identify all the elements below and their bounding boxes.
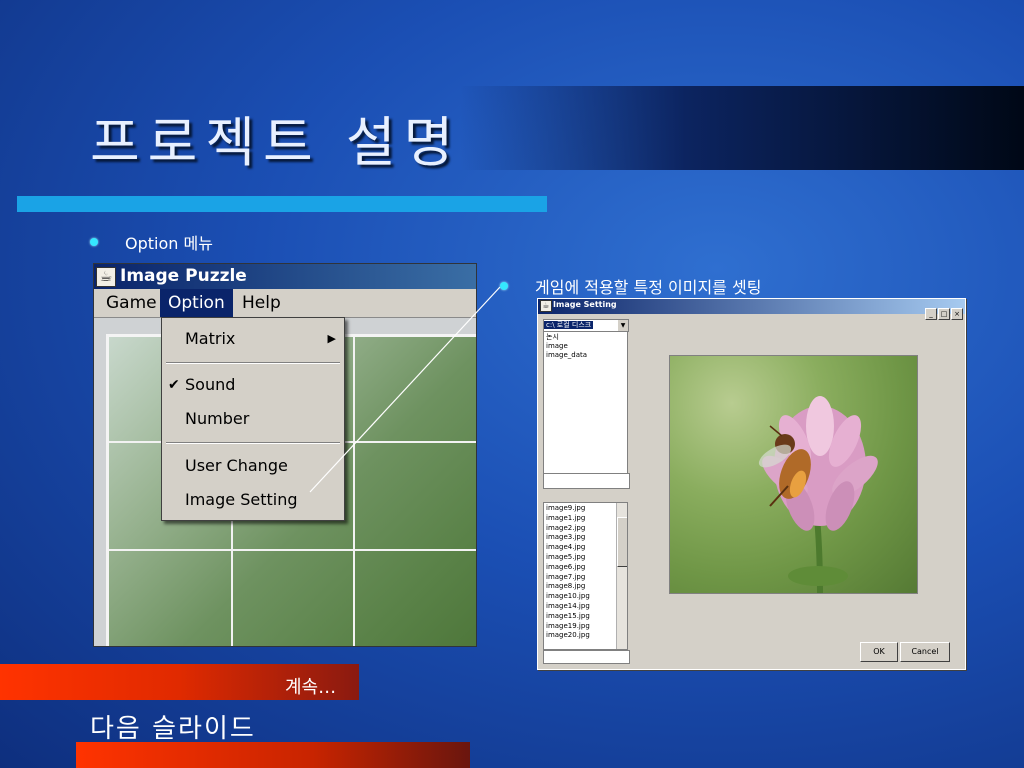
file-item[interactable]: image4.jpg — [546, 543, 625, 553]
path-field[interactable] — [543, 473, 630, 489]
maximize-icon[interactable]: □ — [938, 308, 950, 320]
continue-link[interactable]: 계속… — [285, 673, 336, 699]
file-item[interactable]: image6.jpg — [546, 563, 625, 573]
file-item[interactable]: image5.jpg — [546, 553, 625, 563]
file-item[interactable]: image20.jpg — [546, 631, 625, 641]
folder-list[interactable]: 논시 image image_data — [543, 331, 628, 489]
folder-item[interactable]: image — [546, 342, 625, 351]
close-icon[interactable]: × — [951, 308, 963, 320]
folder-item[interactable]: 논시 — [546, 333, 625, 342]
bee-on-clover-photo — [758, 396, 878, 593]
bottom-accent-bar — [76, 742, 470, 768]
file-item[interactable]: image14.jpg — [546, 602, 625, 612]
file-item[interactable]: image19.jpg — [546, 622, 625, 632]
java-cup-icon: ☕ — [540, 300, 552, 312]
image-setting-window: ☕ Image Setting _ □ × c:\ 로컬 디스크 ▼ 논시 imag… — [537, 298, 966, 670]
next-slide-link[interactable]: 다음 슬라이드 — [90, 708, 256, 745]
setting-window-title: Image Setting — [553, 300, 617, 309]
file-item[interactable]: image10.jpg — [546, 592, 625, 602]
ok-button[interactable]: OK — [860, 642, 898, 662]
file-name-field[interactable] — [543, 650, 630, 664]
file-list-scrollbar[interactable] — [616, 503, 627, 649]
image-preview — [669, 355, 918, 594]
folder-item[interactable]: image_data — [546, 351, 625, 360]
file-item[interactable]: image7.jpg — [546, 573, 625, 583]
chevron-down-icon[interactable]: ▼ — [618, 320, 628, 331]
file-list[interactable]: image9.jpg image1.jpg image2.jpg image3.… — [543, 502, 628, 650]
file-item[interactable]: image15.jpg — [546, 612, 625, 622]
bullet-dot-icon — [500, 282, 508, 290]
slide: 프로젝트 설명 Option 메뉴 ☕ Image Puzzle Game Op… — [0, 0, 1024, 768]
cancel-button[interactable]: Cancel — [900, 642, 950, 662]
file-item[interactable]: image2.jpg — [546, 524, 625, 534]
minimize-icon[interactable]: _ — [925, 308, 937, 320]
file-item[interactable]: image9.jpg — [546, 504, 625, 514]
setting-title-bar: ☕ Image Setting _ □ × — [538, 299, 965, 320]
window-controls: _ □ × — [924, 301, 963, 320]
scroll-thumb[interactable] — [617, 517, 627, 567]
file-item[interactable]: image8.jpg — [546, 582, 625, 592]
bullet-image-setting: 게임에 적용할 특정 이미지를 셋팅 — [535, 278, 762, 297]
file-item[interactable]: image1.jpg — [546, 514, 625, 524]
file-item[interactable]: image3.jpg — [546, 533, 625, 543]
drive-select-value: c:\ 로컬 디스크 — [544, 321, 594, 329]
